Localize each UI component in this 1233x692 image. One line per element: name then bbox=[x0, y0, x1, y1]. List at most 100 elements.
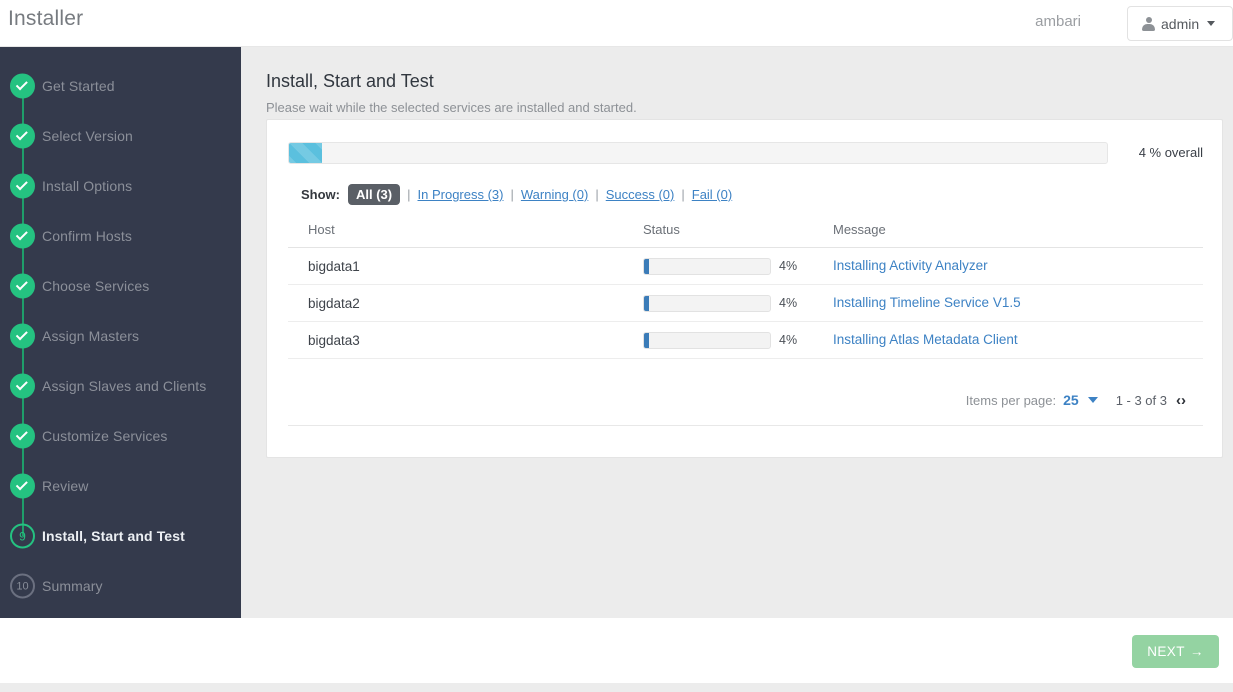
message-link[interactable]: Installing Activity Analyzer bbox=[833, 258, 988, 273]
user-icon bbox=[1142, 16, 1155, 31]
host-progress-bar bbox=[643, 294, 771, 312]
cell-status: 4% bbox=[643, 257, 833, 275]
sidebar-step-install-start-and-test[interactable]: 9 Install, Start and Test bbox=[0, 511, 241, 561]
sidebar-step-confirm-hosts[interactable]: Confirm Hosts bbox=[0, 211, 241, 286]
host-progress-percent: 4% bbox=[779, 296, 798, 310]
check-glyph bbox=[15, 227, 28, 240]
page-subtitle: Please wait while the selected services … bbox=[266, 100, 637, 115]
host-progress-fill bbox=[644, 332, 650, 348]
admin-menu-label: admin bbox=[1161, 15, 1200, 32]
sidebar-step-assign-masters[interactable]: Assign Masters bbox=[0, 311, 241, 386]
step-number-badge: 9 bbox=[10, 523, 35, 549]
cell-status: 4% bbox=[643, 331, 833, 349]
sidebar-step-label: Assign Slaves and Clients bbox=[42, 378, 207, 394]
page-title: Install, Start and Test bbox=[266, 71, 434, 91]
filter-in-progress-3[interactable]: In Progress (3) bbox=[418, 187, 504, 202]
message-link[interactable]: Installing Atlas Metadata Client bbox=[833, 332, 1018, 347]
status-filter-bar: Show: All (3) | In Progress (3) | Warning (0… bbox=[301, 184, 732, 205]
pagination: Items per page: 25 1 - 3 of 3 ‹ › bbox=[966, 392, 1186, 408]
table-row: bigdata3 4% Installing Atlas Metadata Clie… bbox=[288, 322, 1203, 359]
sidebar-step-select-version[interactable]: Select Version bbox=[0, 111, 241, 186]
sidebar-step-review[interactable]: Review bbox=[0, 461, 241, 536]
overall-progress-label: 4 % overall bbox=[1138, 145, 1203, 160]
host-progress-percent: 4% bbox=[779, 333, 798, 347]
app-title: Installer bbox=[8, 7, 84, 30]
filter-options: All (3) | In Progress (3) | Warning (0) | Succ… bbox=[348, 184, 732, 205]
check-icon bbox=[10, 473, 35, 499]
sidebar: Get Started Select Version Install Options… bbox=[0, 47, 241, 618]
arrow-right-icon: → bbox=[1189, 644, 1204, 659]
next-button-label: NEXT bbox=[1147, 644, 1185, 659]
sidebar-step-label: Install, Start and Test bbox=[42, 528, 185, 544]
host-status-table: Host Status Message bigdata1 4% Installing… bbox=[288, 222, 1203, 359]
sidebar-step-label: Summary bbox=[42, 578, 103, 594]
sidebar-step-summary[interactable]: 10 Summary bbox=[0, 561, 241, 611]
show-label: Show: bbox=[301, 187, 340, 202]
sidebar-step-install-options[interactable]: Install Options bbox=[0, 161, 241, 236]
sidebar-step-label: Assign Masters bbox=[42, 328, 140, 344]
sidebar-step-choose-services[interactable]: Choose Services bbox=[0, 261, 241, 336]
footer-bar: NEXT → bbox=[0, 618, 1233, 683]
sidebar-step-label: Get Started bbox=[42, 78, 115, 94]
table-row: bigdata1 4% Installing Activity Analyzer bbox=[288, 248, 1203, 285]
check-icon bbox=[10, 123, 35, 149]
host-progress-fill bbox=[644, 295, 650, 311]
step-number-badge: 10 bbox=[10, 573, 35, 599]
items-per-page-chevron-down-icon[interactable] bbox=[1087, 397, 1098, 403]
admin-menu-button[interactable]: admin bbox=[1127, 6, 1233, 41]
sidebar-step-label: Confirm Hosts bbox=[42, 228, 132, 244]
check-icon bbox=[10, 373, 35, 399]
card-divider bbox=[288, 425, 1203, 426]
check-glyph bbox=[15, 277, 28, 290]
sidebar-step-assign-slaves-and-clients[interactable]: Assign Slaves and Clients bbox=[0, 361, 241, 436]
table-row: bigdata2 4% Installing Timeline Service V1… bbox=[288, 285, 1203, 322]
column-header-host: Host bbox=[308, 222, 335, 237]
host-progress-percent: 4% bbox=[779, 259, 798, 273]
filter-warning-0[interactable]: Warning (0) bbox=[521, 187, 588, 202]
message-link[interactable]: Installing Timeline Service V1.5 bbox=[833, 295, 1021, 310]
installer-page: Installer ambari admin Get Started Select… bbox=[0, 0, 1233, 692]
filter-success-0[interactable]: Success (0) bbox=[606, 187, 675, 202]
check-icon bbox=[10, 323, 35, 349]
check-icon bbox=[10, 423, 35, 449]
table-body: bigdata1 4% Installing Activity Analyzer bi… bbox=[288, 248, 1203, 359]
pagination-range: 1 - 3 of 3 bbox=[1115, 392, 1167, 408]
check-glyph bbox=[15, 377, 28, 390]
items-per-page-label: Items per page: bbox=[965, 392, 1057, 408]
main-content: Install, Start and Test Please wait whil… bbox=[241, 47, 1233, 618]
wizard-step-list: Get Started Select Version Install Options… bbox=[0, 47, 241, 611]
brand-label: ambari bbox=[1035, 13, 1081, 30]
filter-separator: | bbox=[510, 187, 514, 202]
column-header-message: Message bbox=[833, 222, 886, 237]
check-glyph bbox=[15, 327, 28, 340]
cell-message: Installing Timeline Service V1.5 bbox=[833, 294, 1203, 312]
overall-progress-bar bbox=[288, 142, 1108, 164]
host-progress-bar bbox=[643, 257, 771, 275]
host-progress-bar bbox=[643, 331, 771, 349]
sidebar-step-get-started[interactable]: Get Started bbox=[0, 61, 241, 136]
column-header-status: Status bbox=[643, 222, 680, 237]
pagination-next-icon[interactable]: › bbox=[1181, 393, 1186, 408]
check-glyph bbox=[15, 77, 28, 90]
cell-host: bigdata3 bbox=[308, 332, 360, 348]
check-icon bbox=[10, 223, 35, 249]
filter-all-3[interactable]: All (3) bbox=[348, 184, 401, 205]
cell-message: Installing Atlas Metadata Client bbox=[833, 331, 1203, 349]
overall-progress-fill bbox=[289, 143, 322, 163]
cell-host: bigdata2 bbox=[308, 295, 360, 311]
sidebar-step-customize-services[interactable]: Customize Services bbox=[0, 411, 241, 486]
filter-separator: | bbox=[681, 187, 685, 202]
sidebar-step-label: Customize Services bbox=[42, 428, 168, 444]
bottom-strip bbox=[0, 683, 1233, 692]
filter-separator: | bbox=[407, 187, 411, 202]
check-glyph bbox=[15, 477, 28, 490]
top-header: Installer ambari admin bbox=[0, 0, 1233, 47]
filter-fail-0[interactable]: Fail (0) bbox=[692, 187, 732, 202]
chevron-down-icon bbox=[1207, 21, 1216, 26]
next-button[interactable]: NEXT → bbox=[1132, 635, 1219, 668]
sidebar-step-label: Choose Services bbox=[42, 278, 150, 294]
sidebar-step-label: Install Options bbox=[42, 178, 133, 194]
items-per-page-value[interactable]: 25 bbox=[1063, 392, 1079, 408]
cell-host: bigdata1 bbox=[308, 258, 360, 274]
sidebar-step-label: Select Version bbox=[42, 128, 133, 144]
